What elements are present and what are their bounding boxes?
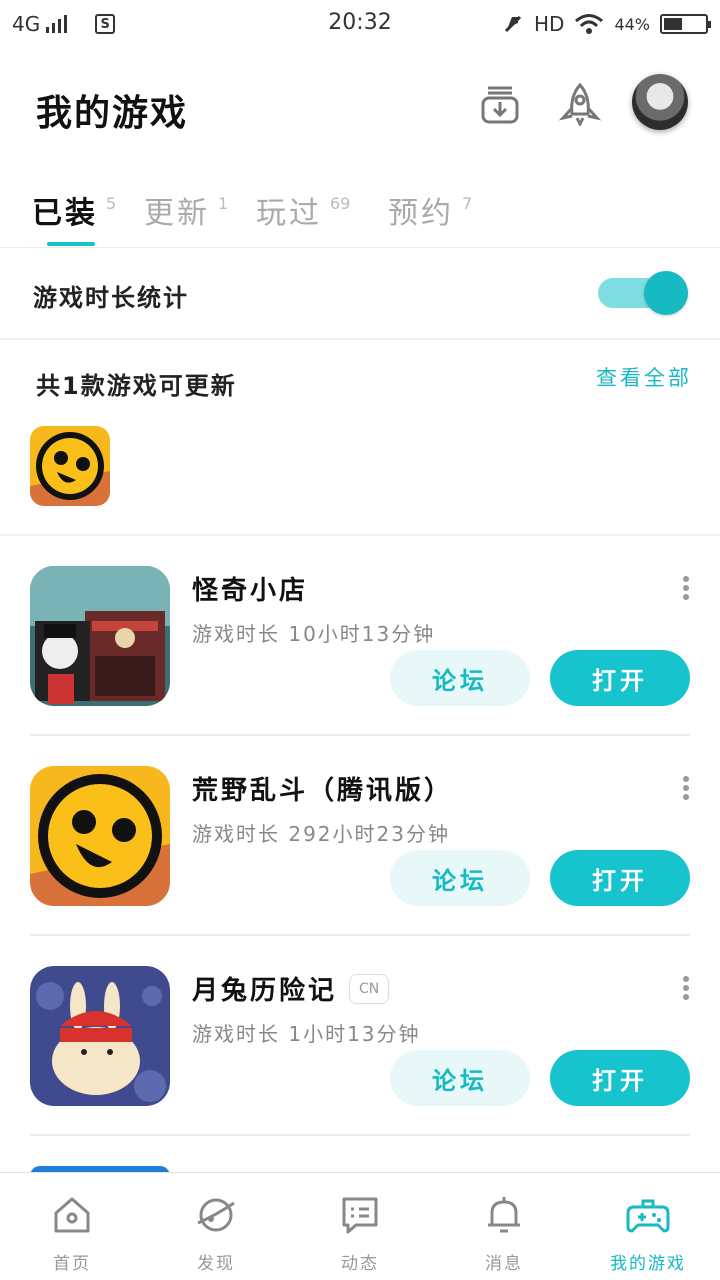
nav-label: 我的游戏: [610, 1254, 686, 1274]
game-title: 月兔历险记: [192, 976, 338, 1006]
nav-feed[interactable]: 动态: [288, 1173, 432, 1280]
app-header: 我的游戏: [0, 60, 720, 150]
game-tabs: 已装 5 更新 1 玩过 69 预约 7: [0, 180, 720, 248]
nav-discover[interactable]: 发现: [144, 1173, 288, 1280]
tab-label: 更新: [144, 196, 210, 231]
game-playtime: 游戏时长 10小时13分钟: [192, 622, 436, 646]
updates-section: 共1款游戏可更新 查看全部: [0, 342, 720, 536]
view-all-link[interactable]: 查看全部: [596, 362, 692, 392]
open-button[interactable]: 打开: [550, 850, 690, 906]
more-options-icon[interactable]: [682, 976, 690, 1000]
update-game-icon[interactable]: [30, 426, 110, 506]
chat-icon: [342, 1197, 378, 1234]
game-item[interactable]: 月兔历险记 CN 游戏时长 1小时13分钟 论坛 打开: [30, 936, 690, 1136]
tab-played[interactable]: 玩过 69: [256, 188, 350, 232]
tab-count: 5: [106, 194, 117, 213]
battery-fill: [664, 18, 682, 30]
tab-count: 7: [462, 194, 473, 213]
nav-my-games[interactable]: 我的游戏: [576, 1173, 720, 1280]
game-item[interactable]: 荒野乱斗（腾讯版） 游戏时长 292小时23分钟 论坛 打开: [30, 736, 690, 936]
game-name: 怪奇小店: [192, 570, 308, 607]
tab-label: 玩过: [256, 196, 322, 231]
game-name: 荒野乱斗（腾讯版）: [192, 770, 453, 807]
region-tag: CN: [349, 973, 390, 1004]
tab-installed[interactable]: 已装 5: [32, 188, 116, 232]
nav-home[interactable]: 首页: [0, 1173, 144, 1280]
hd-indicator: HD: [533, 12, 565, 36]
tab-label: 预约: [388, 196, 454, 231]
updates-title: 共1款游戏可更新: [36, 372, 237, 400]
battery-percent: 44%: [614, 14, 650, 34]
status-right: HD 44%: [502, 12, 711, 36]
game-icon-brawl[interactable]: [30, 766, 170, 906]
more-options-icon[interactable]: [682, 776, 690, 800]
game-title: 荒野乱斗（腾讯版）: [192, 776, 454, 806]
game-item[interactable]: 怪奇小店 游戏时长 10小时13分钟 论坛 打开: [30, 536, 690, 736]
home-icon: [54, 1197, 90, 1233]
forum-button[interactable]: 论坛: [390, 650, 530, 706]
gamepad-icon: [626, 1199, 670, 1233]
avatar[interactable]: [632, 74, 688, 130]
game-icon-shop[interactable]: [30, 566, 170, 706]
game-playtime: 游戏时长 292小时23分钟: [192, 822, 450, 846]
bottom-navigation: 首页 发现 动态 消息 我的游戏: [0, 1172, 720, 1280]
forum-button[interactable]: 论坛: [390, 850, 530, 906]
playtime-stats-toggle[interactable]: [598, 271, 688, 315]
nav-messages[interactable]: 消息: [432, 1173, 576, 1280]
open-button[interactable]: 打开: [550, 650, 690, 706]
open-button[interactable]: 打开: [550, 1050, 690, 1106]
battery-icon: [660, 14, 711, 34]
tab-count: 69: [330, 194, 351, 213]
forum-button[interactable]: 论坛: [390, 1050, 530, 1106]
game-playtime: 游戏时长 1小时13分钟: [192, 1022, 421, 1046]
toggle-knob: [644, 271, 688, 315]
playtime-stats-row: 游戏时长统计: [0, 248, 720, 340]
game-title: 怪奇小店: [192, 576, 309, 606]
vibrate-off-icon: [504, 15, 522, 33]
download-icon[interactable]: [478, 82, 522, 126]
game-icon-moon-rabbit[interactable]: [30, 966, 170, 1106]
status-bar: 4G S 20:32 HD 44%: [0, 0, 720, 50]
bell-icon: [488, 1197, 520, 1233]
game-name: 月兔历险记 CN: [192, 970, 390, 1007]
tab-count: 1: [218, 194, 229, 213]
tab-label: 已装: [32, 196, 98, 231]
nav-label: 动态: [341, 1254, 379, 1274]
more-options-icon[interactable]: [682, 576, 690, 600]
wifi-icon: [575, 14, 604, 34]
rocket-icon[interactable]: [558, 82, 602, 126]
planet-icon: [197, 1198, 235, 1232]
tab-updates[interactable]: 更新 1: [144, 188, 228, 232]
active-tab-indicator: [47, 242, 95, 246]
nav-label: 首页: [53, 1254, 91, 1274]
nav-label: 消息: [485, 1254, 523, 1274]
tab-reserved[interactable]: 预约 7: [388, 188, 472, 232]
page-title: 我的游戏: [36, 93, 189, 134]
playtime-stats-label: 游戏时长统计: [33, 284, 189, 312]
nav-label: 发现: [197, 1254, 235, 1274]
